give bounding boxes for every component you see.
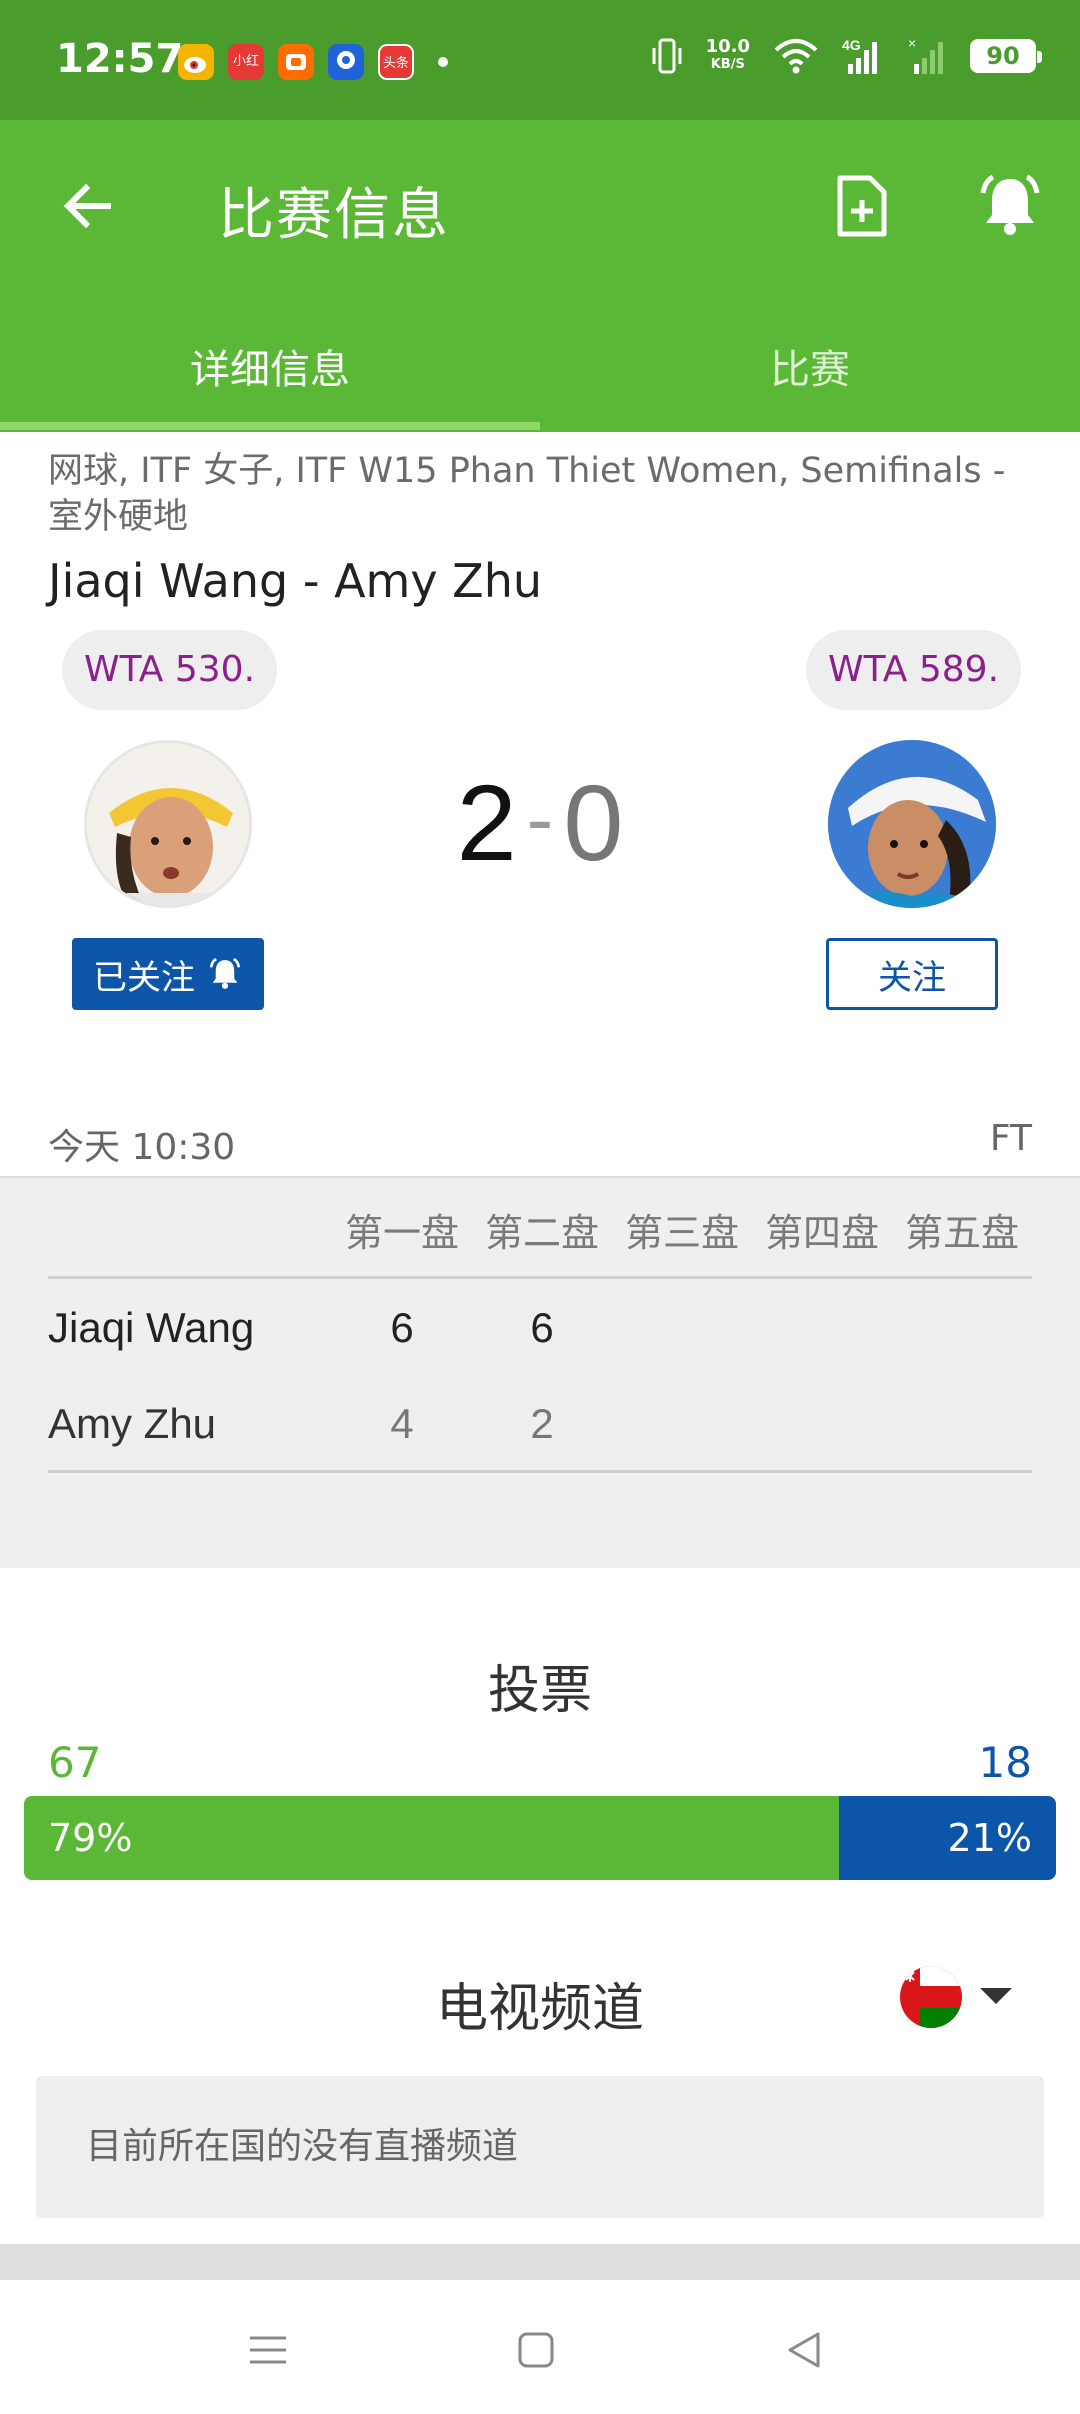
set-score: 6 (390, 1304, 414, 1351)
home-vote-percent: 79% (48, 1816, 133, 1860)
match-score: 2 -0 (420, 760, 660, 885)
app-bar: 比赛信息 详细信息 比赛 (0, 120, 1080, 432)
system-icons: 10.0 KB/S 4G × 90 (650, 36, 1042, 76)
tab-matches[interactable]: 比赛 (540, 320, 1080, 430)
menu-icon (250, 2336, 286, 2364)
speed-value: 10.0 (705, 36, 750, 57)
vote-bar: 79% 21% (24, 1796, 1056, 1880)
away-vote-button[interactable]: 21% (839, 1796, 1056, 1880)
away-vote-count: 18 (978, 1738, 1032, 1787)
player-name: Jiaqi Wang (48, 1304, 255, 1351)
table-row: Jiaqi Wang 6 6 (48, 1294, 1032, 1364)
set-score: 2 (530, 1400, 554, 1447)
away-sets-score: 0 (563, 762, 624, 883)
tab-details[interactable]: 详细信息 (0, 320, 540, 430)
tab-details-label: 详细信息 (190, 347, 350, 393)
page-title: 比赛信息 (218, 183, 450, 248)
status-bar: 12:57 小红书 头条 10.0KB/S 4G × 90 (0, 0, 1080, 120)
home-vote-count: 67 (48, 1738, 102, 1787)
breadcrumb[interactable]: 网球, ITF 女子, ITF W15 Phan Thiet Women, Se… (48, 448, 1038, 540)
away-ranking-badge[interactable]: WTA 589. (806, 630, 1022, 710)
baidu-app-icon (328, 44, 364, 80)
set-4-header: 第四盘 (764, 1211, 879, 1255)
notification-icons: 小红书 头条 (178, 44, 448, 80)
away-vote-percent: 21% (947, 1816, 1032, 1860)
xiaohongshu-label: 小红书 (232, 54, 259, 69)
match-title: Jiaqi Wang - Amy Zhu (48, 554, 543, 608)
active-tab-indicator (0, 422, 540, 430)
svg-text:×: × (908, 36, 916, 51)
vibrate-icon (652, 38, 682, 74)
system-navigation-bar (0, 2280, 1080, 2414)
bell-ringing-icon (209, 957, 241, 989)
home-follow-label: 已关注 (93, 957, 195, 998)
more-notifications-dot (438, 57, 448, 67)
away-player-avatar[interactable] (828, 740, 996, 908)
oman-flag-icon[interactable] (900, 1966, 962, 2028)
bell-ringing-icon (980, 174, 1040, 235)
home-sets-score: 2 (456, 762, 517, 883)
table-divider (48, 1470, 1032, 1473)
network-speed: 10.0 KB/S (706, 38, 750, 74)
add-to-list-button[interactable] (822, 166, 902, 246)
tv-channels-empty-message: 目前所在国的没有直播频道 (36, 2076, 1044, 2218)
battery-level: 90 (986, 42, 1020, 70)
svg-text:4G: 4G (842, 37, 861, 53)
signal-4g-icon: 4G (842, 37, 877, 74)
table-row: Amy Zhu 4 2 (48, 1390, 1032, 1460)
vote-section-title: 投票 (487, 1661, 592, 1721)
away-follow-button[interactable]: 关注 (826, 938, 998, 1010)
xiaohongshu-app-icon: 小红书 (228, 44, 264, 80)
battery-icon: 90 (970, 39, 1042, 73)
taobao-app-icon (278, 44, 314, 80)
table-divider (48, 1276, 1032, 1279)
home-player-avatar[interactable] (84, 740, 252, 908)
home-ranking-badge[interactable]: WTA 530. (62, 630, 278, 710)
set-score: 6 (530, 1304, 554, 1351)
speed-unit: KB/S (710, 57, 745, 72)
home-follow-button[interactable]: 已关注 (72, 938, 264, 1010)
home-vote-button[interactable]: 79% (24, 1796, 840, 1880)
tab-matches-label: 比赛 (770, 347, 850, 393)
signal-no-service-icon: × (908, 36, 943, 74)
arrow-left-icon (63, 183, 111, 229)
back-button[interactable] (48, 166, 128, 246)
weibo-app-icon (178, 44, 214, 80)
player-name: Amy Zhu (48, 1400, 217, 1447)
match-status: FT (989, 1118, 1032, 1159)
match-start-time: 今天 10:30 (48, 1127, 236, 1168)
section-divider (0, 2244, 1080, 2280)
home-square-icon (518, 2332, 554, 2368)
set-score: 4 (390, 1400, 414, 1447)
notification-button[interactable] (970, 166, 1050, 246)
away-follow-label: 关注 (878, 957, 946, 998)
back-nav-button[interactable] (764, 2310, 844, 2390)
country-dropdown-icon[interactable] (980, 1988, 1012, 2004)
set-3-header: 第三盘 (624, 1211, 739, 1255)
back-triangle-icon (788, 2332, 820, 2368)
recent-apps-button[interactable] (228, 2310, 308, 2390)
home-button[interactable] (496, 2310, 576, 2390)
set-1-header: 第一盘 (344, 1211, 459, 1255)
wifi-icon (774, 39, 818, 74)
sets-table-header: 第一盘 第二盘 第三盘 第四盘 第五盘 (332, 1202, 1032, 1257)
set-2-header: 第二盘 (484, 1211, 599, 1255)
file-plus-icon (837, 175, 887, 237)
set-5-header: 第五盘 (904, 1211, 1019, 1255)
toutiao-app-icon: 头条 (378, 44, 414, 80)
clock: 12:57 (56, 36, 184, 82)
sets-score-table: 第一盘 第二盘 第三盘 第四盘 第五盘 Jiaqi Wang 6 6 Amy Z… (0, 1176, 1080, 1568)
toutiao-label: 头条 (382, 56, 409, 71)
score-separator: - (526, 774, 554, 863)
match-time-row: 今天 10:30 FT (48, 1118, 1032, 1170)
